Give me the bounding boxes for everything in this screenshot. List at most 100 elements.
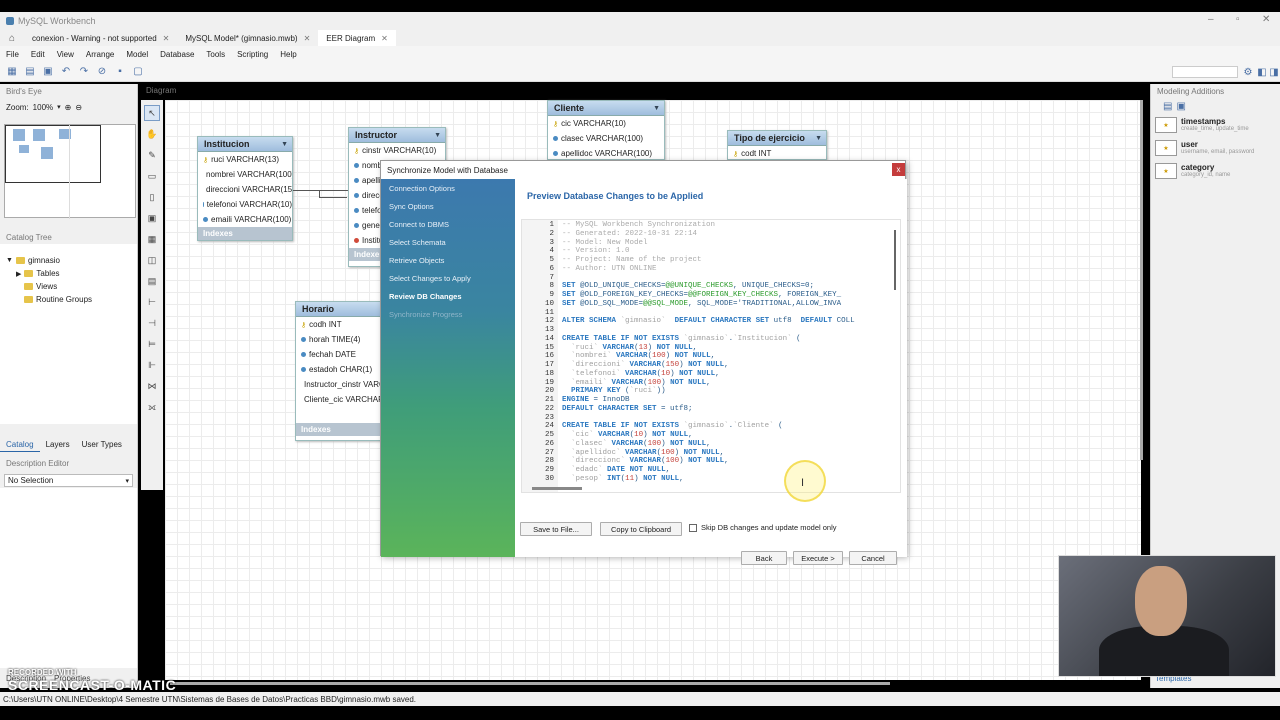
- tab-eer-diagram[interactable]: EER Diagram ✕: [318, 30, 396, 46]
- cancel-button[interactable]: Cancel: [849, 551, 897, 565]
- search-field[interactable]: [1172, 66, 1238, 78]
- menu-model[interactable]: Model: [120, 50, 154, 59]
- maximize-icon[interactable]: ▫: [1236, 14, 1240, 25]
- entity-tipo-de-ejercicio[interactable]: Tipo de ejercicio ▼ ⚷ codt INT: [727, 130, 827, 160]
- close-tab-icon[interactable]: ✕: [304, 34, 311, 43]
- tab-layers[interactable]: Layers: [40, 438, 76, 452]
- line-number: 11: [544, 308, 554, 317]
- tab-catalog[interactable]: Catalog: [0, 438, 40, 452]
- selection-dropdown[interactable]: No Selection ▾: [4, 474, 133, 487]
- close-tab-icon[interactable]: ✕: [381, 34, 388, 43]
- description-editor[interactable]: [0, 488, 137, 668]
- entity-indexes[interactable]: Indexes: [198, 227, 292, 240]
- entity-column: ⚷ codh INT: [301, 320, 342, 329]
- save-icon[interactable]: ▣: [42, 66, 54, 78]
- chevron-down-icon[interactable]: ▼: [434, 132, 441, 139]
- dialog-close-button[interactable]: x: [892, 163, 905, 176]
- close-icon[interactable]: ✕: [1262, 14, 1270, 25]
- menu-arrange[interactable]: Arrange: [80, 50, 120, 59]
- close-tab-icon[interactable]: ✕: [163, 34, 170, 43]
- editor-hscrollbar[interactable]: [532, 487, 582, 490]
- hand-tool-icon[interactable]: ✋: [144, 126, 160, 142]
- open-icon[interactable]: ▤: [24, 66, 36, 78]
- menu-view[interactable]: View: [51, 50, 80, 59]
- menu-edit[interactable]: Edit: [25, 50, 51, 59]
- menu-tools[interactable]: Tools: [200, 50, 231, 59]
- chevron-down-icon[interactable]: ▼: [653, 105, 660, 112]
- zoom-in-icon[interactable]: ⊕: [65, 103, 72, 112]
- tree-item-gimnasio[interactable]: ▼ gimnasio: [6, 254, 131, 267]
- tab-model[interactable]: MySQL Model* (gimnasio.mwb) ✕: [177, 30, 318, 46]
- entity-title: Cliente: [554, 103, 585, 113]
- layer-tool-icon[interactable]: ▭: [144, 168, 160, 184]
- undo-icon[interactable]: ↶: [60, 66, 72, 78]
- template-timestamps[interactable]: ★ timestamps create_time, update_time: [1151, 114, 1280, 137]
- birds-eye-view[interactable]: [4, 124, 136, 219]
- routine-tool-icon[interactable]: ▤: [144, 273, 160, 289]
- chevron-down-icon[interactable]: ▼: [281, 141, 288, 148]
- relation-1-1-id-icon[interactable]: ⊨: [144, 336, 160, 352]
- note-tool-icon[interactable]: ▯: [144, 189, 160, 205]
- entity-institucion[interactable]: Institucion ▼ ⚷ ruci VARCHAR(13) nombrei V…: [197, 136, 293, 241]
- additions-toolbar: ▤ ▣: [1151, 99, 1280, 114]
- pointer-tool-icon[interactable]: ↖: [144, 105, 160, 121]
- settings-icon[interactable]: ⚙: [1242, 66, 1254, 78]
- sql-line: -- Generated: 2022-10-31 22:14: [562, 229, 698, 238]
- relation-1-n-id-icon[interactable]: ⊩: [144, 357, 160, 373]
- layout-left-icon[interactable]: ◧: [1256, 66, 1268, 78]
- new-template-icon[interactable]: ▤: [1163, 101, 1172, 112]
- minimize-icon[interactable]: –: [1208, 14, 1214, 25]
- toggle-grid-icon[interactable]: ⊘: [96, 66, 108, 78]
- template-user[interactable]: ★ user username, email, password: [1151, 137, 1280, 160]
- export-icon[interactable]: ▢: [132, 66, 144, 78]
- editor-vscrollbar[interactable]: [894, 230, 896, 290]
- tree-item-views[interactable]: Views: [6, 280, 131, 293]
- entity-horario[interactable]: Horario ⚷ codh INT horah TIME(4) fechah D…: [295, 301, 385, 441]
- entity-indexes[interactable]: Indexes: [296, 423, 384, 436]
- canvas-vscrollbar[interactable]: [1140, 100, 1143, 460]
- menu-help[interactable]: Help: [274, 50, 302, 59]
- checkbox-box[interactable]: [689, 523, 697, 532]
- align-icon[interactable]: ▪: [114, 66, 126, 78]
- menu-scripting[interactable]: Scripting: [231, 50, 274, 59]
- view-tool-icon[interactable]: ◫: [144, 252, 160, 268]
- chevron-down-icon[interactable]: ▾: [57, 103, 61, 111]
- table-tool-icon[interactable]: ▦: [144, 231, 160, 247]
- tab-connection[interactable]: conexion - Warning - not supported ✕: [24, 30, 177, 46]
- zoom-select[interactable]: 100%: [33, 103, 53, 112]
- zoom-out-icon[interactable]: ⊖: [75, 103, 82, 112]
- chevron-down-icon[interactable]: ▼: [815, 135, 822, 142]
- home-tab[interactable]: ⌂: [0, 30, 24, 46]
- execute-button[interactable]: Execute >: [793, 551, 843, 565]
- image-tool-icon[interactable]: ▣: [144, 210, 160, 226]
- edit-template-icon[interactable]: ▣: [1176, 101, 1185, 112]
- layout-right-icon[interactable]: ◨: [1268, 66, 1280, 78]
- back-button[interactable]: Back: [741, 551, 787, 565]
- save-to-file-button[interactable]: Save to File...: [520, 522, 592, 536]
- menu-file[interactable]: File: [0, 50, 25, 59]
- tree-item-routine-groups[interactable]: Routine Groups: [6, 293, 131, 306]
- entity-column: horah TIME(4): [296, 332, 384, 347]
- entity-title: Instructor: [355, 130, 398, 140]
- entity-column: apellidoc VARCHAR(100): [548, 146, 664, 159]
- catalog-tabs: Catalog Layers User Types: [0, 438, 128, 452]
- eraser-tool-icon[interactable]: ✎: [144, 147, 160, 163]
- template-category[interactable]: ★ category category_id, name: [1151, 160, 1280, 183]
- new-model-icon[interactable]: ▦: [6, 66, 18, 78]
- tab-user-types[interactable]: User Types: [76, 438, 128, 452]
- redo-icon[interactable]: ↷: [78, 66, 90, 78]
- entity-title: Horario: [302, 304, 335, 314]
- relation-1-1-icon[interactable]: ⊢: [144, 294, 160, 310]
- relation-n-m-icon[interactable]: ⋈: [144, 378, 160, 394]
- menu-database[interactable]: Database: [154, 50, 200, 59]
- relation-1-n-icon[interactable]: ⊣: [144, 315, 160, 331]
- status-text: C:\Users\UTN ONLINE\Desktop\4 Semestre U…: [3, 694, 417, 704]
- skip-db-changes-checkbox[interactable]: Skip DB changes and update model only: [689, 523, 837, 532]
- dialog-content: Preview Database Changes to be Applied 1…: [515, 179, 907, 565]
- sql-preview-editor[interactable]: 1 2 3 4 5 6 7 8 9 10 11 12 13 14 15 16 17 18 19 20 21 22 23 24 2…: [521, 219, 901, 493]
- tree-item-tables[interactable]: ▶ Tables: [6, 267, 131, 280]
- relation-existing-icon[interactable]: ⟗: [144, 399, 160, 415]
- canvas-hscrollbar[interactable]: [170, 682, 890, 685]
- copy-to-clipboard-button[interactable]: Copy to Clipboard: [600, 522, 682, 536]
- entity-cliente[interactable]: Cliente ▼ ⚷ cic VARCHAR(10) clasec VARCHAR…: [547, 100, 665, 160]
